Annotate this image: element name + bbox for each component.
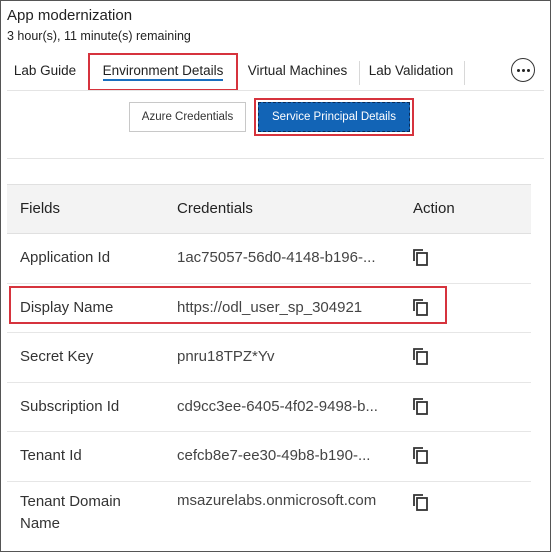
tab-separator: [359, 61, 360, 85]
azure-credentials-button[interactable]: Azure Credentials: [129, 102, 246, 132]
tab-separator: [464, 61, 465, 85]
header-credentials: Credentials: [177, 200, 253, 217]
tab-label: Virtual Machines: [247, 62, 348, 78]
table-row: Application Id 1ac75057-56d0-4148-b196-.…: [7, 234, 531, 284]
tab-virtual-machines[interactable]: Virtual Machines: [242, 53, 353, 87]
field-name: Secret Key: [20, 348, 94, 365]
tab-label: Environment Details: [102, 63, 224, 81]
credential-value[interactable]: pnru18TPZ*Yv: [177, 348, 275, 365]
credential-value[interactable]: https://odl_user_sp_304921: [177, 299, 362, 316]
table-row: Tenant Id cefcb8e7-ee30-49b8-b190-...: [7, 432, 531, 482]
credential-value[interactable]: msazurelabs.onmicrosoft.com: [177, 492, 376, 509]
table-header: Fields Credentials Action: [7, 184, 531, 234]
tab-lab-guide[interactable]: Lab Guide: [9, 53, 81, 87]
credential-value[interactable]: cefcb8e7-ee30-49b8-b190-...: [177, 447, 370, 464]
tab-label: Lab Validation: [368, 62, 454, 78]
field-name: Subscription Id: [20, 397, 120, 415]
field-name: Display Name: [20, 298, 114, 316]
copy-icon[interactable]: [411, 493, 429, 511]
lab-panel: App modernization 3 hour(s), 11 minute(s…: [0, 0, 551, 552]
header-action: Action: [413, 200, 455, 217]
copy-icon[interactable]: [411, 298, 429, 316]
app-title: App modernization: [7, 7, 133, 24]
copy-icon[interactable]: [411, 347, 429, 365]
divider: [7, 90, 544, 91]
table-row: Tenant Domain Name msazurelabs.onmicroso…: [7, 482, 531, 552]
time-remaining: 3 hour(s), 11 minute(s) remaining: [7, 29, 191, 43]
credential-value[interactable]: 1ac75057-56d0-4148-b196-...: [177, 249, 376, 266]
more-options-button[interactable]: [511, 58, 535, 82]
copy-icon[interactable]: [411, 446, 429, 464]
copy-icon[interactable]: [411, 248, 429, 266]
table-row: Display Name https://odl_user_sp_304921: [7, 284, 531, 333]
credential-value[interactable]: cd9cc3ee-6405-4f02-9498-b...: [177, 398, 378, 415]
tab-bar: Lab Guide Environment Details Virtual Ma…: [9, 53, 539, 91]
field-name: Tenant Id: [20, 447, 82, 464]
table-row: Secret Key pnru18TPZ*Yv: [7, 333, 531, 383]
field-name: Tenant Domain Name: [20, 492, 121, 532]
table-row: Subscription Id cd9cc3ee-6405-4f02-9498-…: [7, 383, 531, 432]
header-fields: Fields: [20, 200, 61, 217]
credentials-table: Fields Credentials Action Application Id…: [7, 184, 531, 552]
service-principal-details-button[interactable]: Service Principal Details: [258, 102, 410, 132]
tab-label: Lab Guide: [13, 62, 77, 78]
more-horizontal-icon: [516, 68, 520, 72]
field-name: Application Id: [20, 249, 111, 266]
service-principal-button-highlight: Service Principal Details: [254, 98, 414, 136]
divider: [7, 158, 544, 159]
tab-lab-validation[interactable]: Lab Validation: [364, 53, 458, 87]
tab-environment-details[interactable]: Environment Details: [88, 53, 238, 91]
copy-icon[interactable]: [411, 397, 429, 415]
